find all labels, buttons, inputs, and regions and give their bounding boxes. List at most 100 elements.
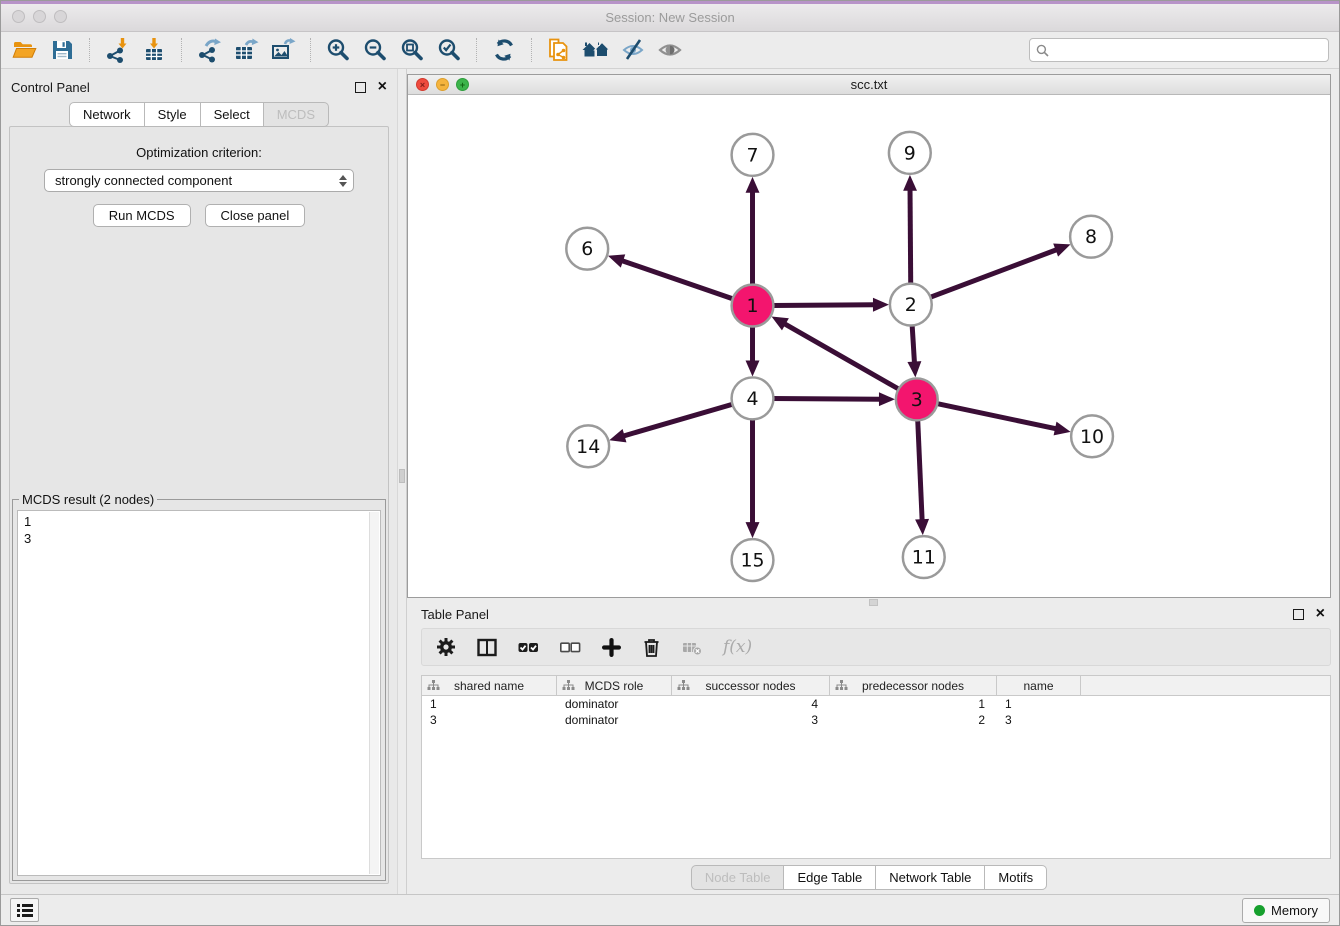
function-builder-button[interactable]: f(x) bbox=[723, 637, 752, 657]
search-box[interactable] bbox=[1029, 38, 1329, 62]
graph-edge-2-9[interactable] bbox=[910, 189, 911, 285]
table-panel-tabs: Node TableEdge TableNetwork TableMotifs bbox=[407, 865, 1331, 890]
horizontal-splitter[interactable] bbox=[407, 598, 1331, 604]
zoom-selected-button[interactable] bbox=[435, 36, 463, 64]
tab-mcds[interactable]: MCDS bbox=[264, 102, 329, 127]
graph-edge-2-8[interactable] bbox=[929, 249, 1057, 297]
hide-selected-button[interactable] bbox=[619, 36, 647, 64]
list-icon bbox=[17, 903, 33, 918]
open-session-button[interactable] bbox=[11, 36, 39, 64]
split-table-button[interactable] bbox=[477, 638, 497, 657]
close-panel-button[interactable]: × bbox=[378, 81, 387, 93]
mcds-result-text[interactable]: 13 bbox=[17, 510, 381, 876]
delete-table-button[interactable] bbox=[682, 638, 702, 656]
network-canvas[interactable]: 1234678910111415 bbox=[408, 95, 1330, 597]
graph-node-label: 8 bbox=[1085, 226, 1097, 248]
tab-node-table[interactable]: Node Table bbox=[691, 865, 785, 890]
maximize-window-button[interactable] bbox=[54, 10, 67, 23]
first-neighbors-button[interactable] bbox=[582, 36, 610, 64]
graph-edge-1-2[interactable] bbox=[772, 305, 875, 306]
toolbar-separator bbox=[310, 38, 311, 62]
table-cell[interactable]: 1 bbox=[830, 696, 997, 712]
column-header-predecessor-nodes[interactable]: predecessor nodes bbox=[830, 676, 997, 695]
table-cell[interactable]: 3 bbox=[672, 712, 830, 728]
table-cell[interactable]: 3 bbox=[422, 712, 557, 728]
close-panel-button[interactable]: × bbox=[1316, 608, 1325, 620]
graph-edge-3-11[interactable] bbox=[918, 419, 922, 521]
zoom-fit-icon bbox=[399, 37, 425, 63]
import-network-button[interactable] bbox=[103, 36, 131, 64]
delete-columns-button[interactable] bbox=[642, 637, 661, 658]
tab-select[interactable]: Select bbox=[201, 102, 264, 127]
graph-edge-1-6[interactable] bbox=[621, 260, 734, 299]
minimize-network-button[interactable]: − bbox=[436, 78, 449, 91]
table-row[interactable]: 3dominator323 bbox=[422, 712, 1330, 728]
tab-style[interactable]: Style bbox=[145, 102, 201, 127]
column-header-name[interactable]: name bbox=[997, 676, 1081, 695]
graph-edge-3-1[interactable] bbox=[784, 323, 900, 389]
save-session-button[interactable] bbox=[48, 36, 76, 64]
open-folder-icon bbox=[12, 37, 38, 63]
deselect-all-button[interactable] bbox=[560, 638, 581, 657]
export-image-icon bbox=[270, 37, 296, 63]
tab-network[interactable]: Network bbox=[69, 102, 145, 127]
export-network-button[interactable] bbox=[195, 36, 223, 64]
tab-edge-table[interactable]: Edge Table bbox=[784, 865, 876, 890]
table-cell[interactable]: dominator bbox=[557, 696, 672, 712]
table-cell[interactable]: 1 bbox=[422, 696, 557, 712]
delete-table-icon bbox=[682, 638, 702, 656]
memory-button[interactable]: Memory bbox=[1242, 898, 1330, 923]
create-network-from-selection-button[interactable] bbox=[545, 36, 573, 64]
add-column-button[interactable] bbox=[602, 638, 621, 657]
zoom-out-icon bbox=[362, 37, 388, 63]
zoom-out-button[interactable] bbox=[361, 36, 389, 64]
run-mcds-button[interactable]: Run MCDS bbox=[93, 204, 191, 227]
close-network-button[interactable]: × bbox=[416, 78, 429, 91]
maximize-network-button[interactable]: + bbox=[456, 78, 469, 91]
import-table-button[interactable] bbox=[140, 36, 168, 64]
column-header-shared-name[interactable]: shared name bbox=[422, 676, 557, 695]
graph-edge-4-14[interactable] bbox=[623, 404, 734, 436]
search-input[interactable] bbox=[1053, 42, 1322, 58]
float-panel-button[interactable] bbox=[1293, 609, 1304, 620]
column-header-MCDS-role[interactable]: MCDS role bbox=[557, 676, 672, 695]
table-panel-header: Table Panel × bbox=[407, 604, 1331, 624]
table-row[interactable]: 1dominator411 bbox=[422, 696, 1330, 712]
column-settings-button[interactable] bbox=[436, 637, 456, 657]
splitter-grip[interactable] bbox=[869, 599, 878, 606]
network-window-titlebar[interactable]: × − + scc.txt bbox=[408, 75, 1330, 95]
tab-network-table[interactable]: Network Table bbox=[876, 865, 985, 890]
minimize-window-button[interactable] bbox=[33, 10, 46, 23]
close-panel-button[interactable]: Close panel bbox=[205, 204, 306, 227]
show-all-button[interactable] bbox=[656, 36, 684, 64]
criterion-select[interactable]: strongly connected component bbox=[44, 169, 354, 192]
network-graph: 1234678910111415 bbox=[408, 95, 1330, 597]
zoom-fit-button[interactable] bbox=[398, 36, 426, 64]
refresh-view-button[interactable] bbox=[490, 36, 518, 64]
graph-edge-arrowhead bbox=[907, 361, 921, 377]
table-cell[interactable]: 1 bbox=[997, 696, 1081, 712]
export-table-button[interactable] bbox=[232, 36, 260, 64]
export-image-button[interactable] bbox=[269, 36, 297, 64]
graph-edge-4-3[interactable] bbox=[772, 398, 881, 399]
table-cell[interactable]: 2 bbox=[830, 712, 997, 728]
splitter-grip[interactable] bbox=[399, 469, 405, 483]
vertical-splitter[interactable] bbox=[397, 69, 407, 894]
graph-edge-2-3[interactable] bbox=[912, 325, 914, 364]
column-header-successor-nodes[interactable]: successor nodes bbox=[672, 676, 830, 695]
select-all-button[interactable] bbox=[518, 638, 539, 657]
import-network-icon bbox=[104, 37, 130, 63]
close-window-button[interactable] bbox=[12, 10, 25, 23]
table-cell[interactable]: dominator bbox=[557, 712, 672, 728]
tab-motifs[interactable]: Motifs bbox=[985, 865, 1047, 890]
table-cell[interactable]: 3 bbox=[997, 712, 1081, 728]
import-table-icon bbox=[141, 37, 167, 63]
task-history-button[interactable] bbox=[10, 898, 39, 922]
float-panel-button[interactable] bbox=[355, 82, 366, 93]
table-cell[interactable]: 4 bbox=[672, 696, 830, 712]
graph-edge-arrowhead bbox=[879, 392, 895, 406]
result-scrollbar[interactable] bbox=[369, 512, 379, 874]
zoom-in-button[interactable] bbox=[324, 36, 352, 64]
graph-edge-3-10[interactable] bbox=[936, 403, 1057, 428]
table-body: 1dominator4113dominator323 bbox=[422, 696, 1330, 728]
